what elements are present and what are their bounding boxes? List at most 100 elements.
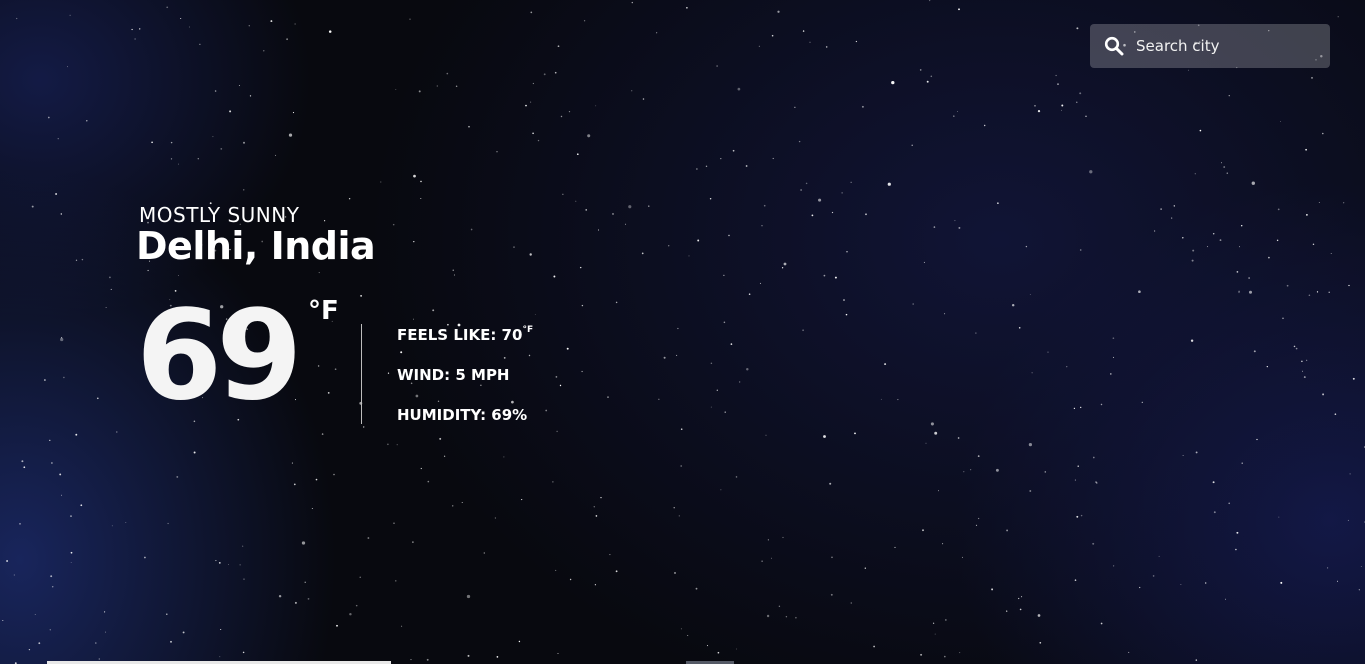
star [1018,327,1021,329]
star [1112,565,1115,567]
star [554,71,557,74]
star [1066,366,1068,368]
star [218,562,221,564]
star [929,0,931,2]
star [1219,239,1222,242]
star [349,612,352,616]
star [1277,208,1280,211]
star [1190,339,1194,342]
star [934,633,936,635]
star [937,490,939,492]
star [1195,451,1198,454]
star [134,38,136,40]
star [1173,205,1175,207]
search-box[interactable] [1090,24,1330,68]
star [884,363,887,366]
star [555,376,558,378]
star [855,40,858,43]
star [1212,232,1215,235]
star [67,66,68,68]
star [600,496,602,499]
star [1276,239,1279,242]
star [166,6,169,9]
star [239,564,241,566]
star [1235,548,1237,551]
star [552,481,554,483]
star [1306,214,1308,216]
star [1318,202,1320,203]
star [452,269,454,271]
star [861,105,864,108]
star [615,301,618,304]
star [1076,515,1079,518]
star [831,211,834,214]
star [1095,481,1097,483]
star [426,658,429,661]
star [242,651,245,654]
star [795,616,797,619]
star [843,299,845,301]
star [615,570,618,573]
search-icon[interactable] [1104,36,1124,56]
star [537,139,540,142]
search-input[interactable] [1134,36,1318,56]
star [778,605,781,607]
star [1180,584,1182,586]
star [1085,115,1087,117]
star [1293,345,1296,348]
star [270,20,273,23]
star [359,576,361,578]
star [333,473,335,476]
star [1358,589,1360,591]
star [69,14,71,16]
star [1158,555,1160,557]
star [710,406,712,408]
star [28,648,31,651]
star [1057,83,1059,85]
star [242,545,244,547]
star [1312,243,1315,246]
star [468,125,470,128]
star [1303,376,1306,379]
star [926,80,929,83]
star [934,431,938,435]
star [1079,92,1082,95]
star [825,46,828,48]
star [13,574,15,576]
star [532,132,534,135]
star [925,442,927,444]
star [321,433,324,435]
star [2,620,4,621]
star [1112,356,1115,358]
star [763,204,766,207]
star [249,95,252,97]
star [1343,202,1345,204]
star [560,115,563,118]
star [897,399,899,401]
star [1349,473,1351,475]
star [263,50,265,52]
star [1228,95,1230,97]
star [668,245,670,247]
star [557,45,560,48]
star [1240,224,1243,227]
star [772,157,774,160]
star [60,213,62,215]
star [400,351,403,354]
star [166,613,168,616]
star [944,655,946,658]
star [631,1,633,4]
star [687,634,689,637]
star [315,478,318,481]
star [38,642,41,645]
star [44,379,46,381]
star [1187,69,1189,71]
star [609,554,611,556]
feels-like-unit: °F [522,325,534,335]
star [415,394,419,398]
star [1076,27,1079,30]
star [105,306,107,308]
star [1031,372,1033,374]
star [395,89,397,90]
star [568,110,571,113]
